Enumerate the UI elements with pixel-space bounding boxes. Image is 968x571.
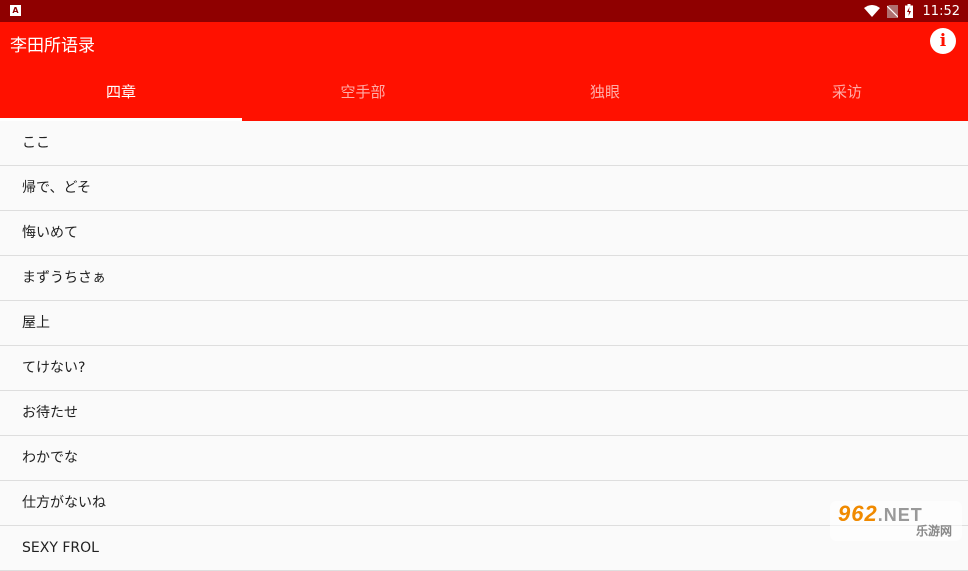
status-icons: 11:52: [863, 0, 960, 22]
list-item[interactable]: 悔いめて: [0, 211, 968, 256]
status-bar: A 11:52: [0, 0, 968, 22]
tab-label: 独眼: [589, 83, 620, 101]
list-item[interactable]: ここ: [0, 121, 968, 166]
watermark-subtitle: 乐游网: [915, 524, 952, 538]
list-item[interactable]: 仕方がないね: [0, 481, 968, 526]
tab-duyan[interactable]: 独眼: [484, 70, 726, 121]
tab-caifang[interactable]: 采访: [726, 70, 968, 121]
list-item[interactable]: まずうちさぁ: [0, 256, 968, 301]
list-item[interactable]: お待たせ: [0, 391, 968, 436]
info-icon[interactable]: i: [930, 28, 956, 54]
battery-charging-icon: [904, 4, 913, 18]
watermark-number: 962: [838, 501, 878, 526]
no-sim-icon: [886, 4, 898, 18]
tab-kongshoubu[interactable]: 空手部: [242, 70, 484, 121]
list-item[interactable]: 帰で、どそ: [0, 166, 968, 211]
clock: 11:52: [922, 3, 960, 19]
tab-label: 四章: [105, 83, 136, 101]
tab-sizhang[interactable]: 四章: [0, 70, 242, 121]
app-title: 李田所语录: [10, 36, 95, 56]
quote-list: ここ 帰で、どそ 悔いめて まずうちさぁ 屋上 てけない? お待たせ わかでな …: [0, 121, 968, 571]
notification-icon: A: [10, 5, 21, 16]
watermark-logo: 962.NET 乐游网: [830, 501, 962, 541]
tab-label: 采访: [831, 83, 862, 101]
app-bar: 李田所语录 i 四章 空手部 独眼 采访: [0, 22, 968, 121]
watermark-brand: 962.NET: [838, 501, 923, 527]
list-item[interactable]: わかでな: [0, 436, 968, 481]
wifi-icon: [863, 5, 880, 17]
tab-label: 空手部: [340, 83, 386, 101]
list-item[interactable]: てけない?: [0, 346, 968, 391]
tab-bar: 四章 空手部 独眼 采访: [0, 70, 968, 121]
list-item[interactable]: SEXY FROL: [0, 526, 968, 571]
list-item[interactable]: 屋上: [0, 301, 968, 346]
